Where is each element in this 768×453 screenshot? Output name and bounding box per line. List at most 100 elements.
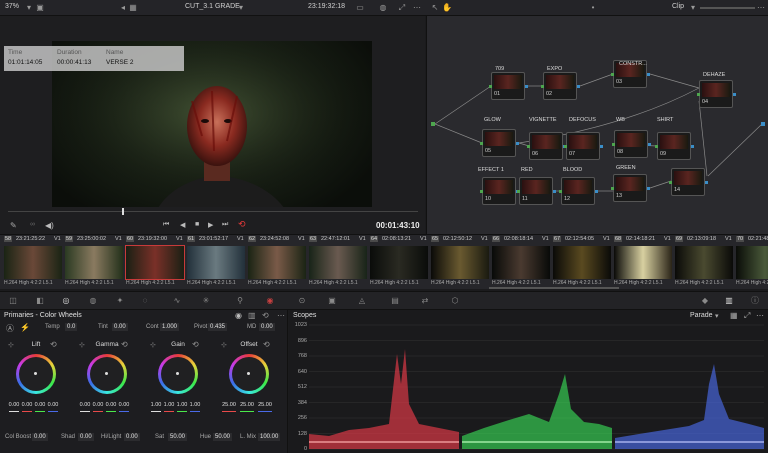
clip-thumbnail[interactable] — [125, 245, 185, 280]
info-icon[interactable]: ⓘ — [750, 296, 760, 306]
clip-thumbnail[interactable] — [431, 246, 489, 279]
wheel-value[interactable]: 0.00 — [34, 402, 46, 408]
stop-icon[interactable]: ■ — [195, 221, 199, 228]
play-reverse-icon[interactable]: ◀ — [180, 221, 185, 229]
node-output[interactable] — [600, 145, 603, 148]
output-node[interactable] — [761, 122, 765, 126]
timeline-title[interactable]: CUT_3.1 GRADE — [185, 3, 240, 10]
timeline-clip[interactable]: 58 23:21:25:22 V1 H.264 High 4:2:2 L5.1 — [2, 235, 62, 290]
node-08[interactable]: 08 — [612, 130, 651, 158]
tint-field[interactable]: 0.00 — [112, 323, 128, 331]
scrubber-playhead[interactable] — [121, 208, 124, 215]
node-input[interactable] — [697, 93, 700, 96]
node-output[interactable] — [577, 85, 580, 88]
contrast-field[interactable]: 1.000 — [160, 323, 180, 331]
wheel-value[interactable]: 1.00 — [189, 402, 201, 408]
node-input[interactable] — [541, 85, 544, 88]
more-icon[interactable]: ⋯ — [756, 3, 766, 12]
timeline-scrollbar[interactable] — [489, 287, 619, 289]
wheel-value[interactable]: 0.00 — [47, 402, 59, 408]
expand-icon[interactable]: ⤢ — [744, 311, 750, 321]
scopes-icon[interactable]: ▥ — [724, 296, 734, 306]
color-picker-icon[interactable]: ◍ — [378, 3, 388, 12]
hand-icon[interactable]: ✋ — [442, 3, 452, 12]
rgb-mixer-icon[interactable]: ✦ — [115, 296, 125, 306]
camera-raw-icon[interactable]: ◫ — [8, 296, 18, 306]
timeline-clip[interactable]: 69 02:13:09:18 V1 H.264 High 4:2:2 L5.1 — [673, 235, 733, 290]
reset-icon[interactable]: ⟲ — [192, 340, 199, 349]
node-input[interactable] — [527, 145, 530, 148]
node-06[interactable]: 06 — [527, 132, 566, 160]
node-mode-dropdown[interactable]: Clip — [672, 3, 684, 10]
node-output[interactable] — [553, 190, 556, 193]
node-output[interactable] — [733, 93, 736, 96]
wheel-value[interactable]: 0.00 — [21, 402, 33, 408]
pick-white-icon[interactable]: ⚡ — [20, 323, 30, 332]
qualifier-icon[interactable]: ⚲ — [235, 296, 245, 306]
node-input[interactable] — [517, 190, 520, 193]
clip-thumbnail[interactable] — [614, 246, 672, 279]
wheel-picker-icon[interactable]: ⊹ — [8, 341, 14, 349]
timeline-clip[interactable]: 62 23:24:52:08 V1 H.264 High 4:2:2 L5.1 — [246, 235, 306, 290]
scope-type-dropdown[interactable]: Parade — [690, 312, 713, 319]
go-to-start-icon[interactable]: ⏮ — [163, 221, 169, 229]
3d-icon[interactable]: ⬡ — [450, 296, 460, 306]
wheel-ring[interactable] — [229, 354, 269, 394]
zoom-dropdown[interactable]: 37% — [5, 3, 19, 10]
blur-icon[interactable]: ◬ — [357, 296, 367, 306]
node-12[interactable]: 12 — [559, 177, 598, 205]
source-input[interactable] — [431, 122, 435, 126]
clip-thumbnail[interactable] — [4, 246, 62, 279]
node-input[interactable] — [655, 145, 658, 148]
node-graph[interactable]: 01 709 02 EXPO 03 CONSTR... 04 DEHAZE 05 GLOW 06 VI… — [426, 16, 768, 234]
node-01[interactable]: 01 — [489, 72, 528, 100]
sat-field[interactable]: 50.00 — [168, 433, 188, 441]
reset-icon[interactable]: ⟲ — [50, 340, 57, 349]
clip-thumbnail[interactable] — [553, 246, 611, 279]
md-field[interactable]: 0.00 — [259, 323, 275, 331]
lmix-field[interactable]: 100.00 — [258, 433, 281, 441]
wheel-value[interactable]: 0.00 — [8, 402, 20, 408]
pivot-field[interactable]: 0.435 — [208, 323, 228, 331]
timeline-clip[interactable]: 68 02:14:18:21 V1 H.264 High 4:2:2 L5.1 — [612, 235, 672, 290]
wheel-value[interactable]: 0.00 — [105, 402, 117, 408]
volume-icon[interactable]: ◀) — [45, 221, 54, 230]
expand-icon[interactable]: ⤢ — [397, 3, 407, 12]
more-icon[interactable]: ⋯ — [756, 311, 764, 320]
node-input[interactable] — [489, 85, 492, 88]
node-input[interactable] — [612, 143, 615, 146]
node-10[interactable]: 10 — [480, 177, 519, 205]
hue-field[interactable]: 50.00 — [213, 433, 233, 441]
timeline-clip[interactable]: 64 02:08:13:21 V1 H.264 High 4:2:2 L5.1 — [368, 235, 428, 290]
color-match-icon[interactable]: ◧ — [35, 296, 45, 306]
node-output[interactable] — [516, 142, 519, 145]
timeline-clip[interactable]: 66 02:08:18:14 V1 H.264 High 4:2:2 L5.1 — [490, 235, 550, 290]
node-input[interactable] — [564, 145, 567, 148]
screen-icon[interactable]: ▭ — [355, 3, 365, 12]
window-icon[interactable]: ◉ — [265, 296, 275, 306]
wheels-mode-icon[interactable]: ◉ — [235, 311, 242, 320]
node-output[interactable] — [647, 187, 650, 190]
wheel-value[interactable]: 1.00 — [176, 402, 188, 408]
hdr-icon[interactable]: ◍ — [88, 296, 98, 306]
viewer-mode-icon[interactable]: ▣ — [35, 3, 45, 12]
timeline-clip[interactable]: 65 02:12:50:12 V1 H.264 High 4:2:2 L5.1 — [429, 235, 489, 290]
wheel-ring[interactable] — [158, 354, 198, 394]
node-14[interactable]: 14 — [669, 168, 708, 196]
timeline-clip[interactable]: 61 23:01:52:17 V1 H.264 High 4:2:2 L5.1 — [185, 235, 245, 290]
wheel-value[interactable]: 0.00 — [79, 402, 91, 408]
node-output[interactable] — [525, 85, 528, 88]
node-09[interactable]: 09 — [655, 132, 694, 160]
go-to-end-icon[interactable]: ⏭ — [222, 221, 228, 229]
temp-field[interactable]: 0.0 — [65, 323, 78, 331]
node-02[interactable]: 02 — [541, 72, 580, 100]
node-04[interactable]: 04 — [697, 80, 736, 108]
scope-toggle-icon[interactable]: ◆ — [700, 296, 710, 306]
node-output[interactable] — [648, 143, 651, 146]
node-input[interactable] — [480, 142, 483, 145]
chevron-down-icon[interactable]: ▾ — [688, 3, 698, 12]
more-icon[interactable]: ⋯ — [277, 311, 285, 320]
clip-thumbnail[interactable] — [187, 246, 245, 279]
reset-icon[interactable]: ⟲ — [262, 311, 269, 320]
node-11[interactable]: 11 — [517, 177, 556, 205]
